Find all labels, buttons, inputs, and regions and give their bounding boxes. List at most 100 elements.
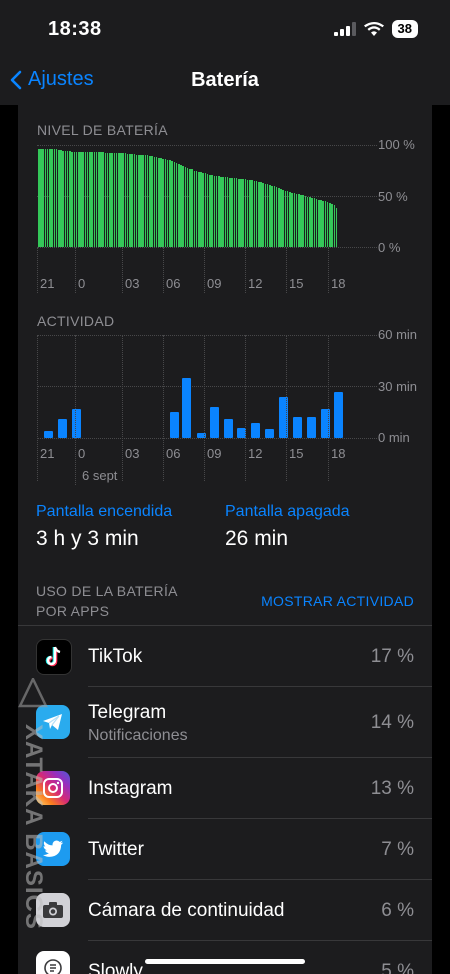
svg-text:XATAKA BASICS: XATAKA BASICS xyxy=(22,724,47,930)
battery-y-tick: 0 % xyxy=(378,240,401,255)
screen-off-label: Pantalla apagada xyxy=(225,503,350,520)
activity-grid-bottom xyxy=(37,438,377,439)
app-name: Twitter xyxy=(88,839,144,860)
battery-x-gridline xyxy=(328,247,329,293)
battery-y-tick: 100 % xyxy=(378,137,415,152)
app-percent: 6 % xyxy=(381,900,414,921)
activity-date-label: 6 sept xyxy=(82,468,118,483)
battery-bar xyxy=(335,208,338,247)
app-row-camara[interactable]: Cámara de continuidad 6 % xyxy=(18,880,432,940)
wifi-icon xyxy=(363,21,384,36)
usage-header-line2: POR APPS xyxy=(36,603,110,619)
activity-x-tick: 0 xyxy=(78,446,86,461)
app-row-instagram[interactable]: Instagram 13 % xyxy=(18,758,432,818)
app-subtitle: Notificaciones xyxy=(88,727,188,744)
activity-x-tick: 06 xyxy=(166,446,181,461)
screen-off-stat: Pantalla apagada 26 min xyxy=(225,503,350,551)
xataka-wordmark-icon: XATAKA BASICS xyxy=(22,724,47,930)
status-time: 18:38 xyxy=(48,18,102,40)
app-name: Instagram xyxy=(88,778,173,799)
app-percent: 14 % xyxy=(370,712,414,733)
watermark-logo: XATAKA BASICS xyxy=(18,678,52,950)
activity-label: ACTIVIDAD xyxy=(37,313,115,329)
battery-card: NIVEL DE BATERÍA 100 % 50 % 0 % 21 0 03 06 0… xyxy=(18,105,432,974)
usage-header: USO DE LA BATERÍA POR APPS xyxy=(36,581,178,621)
app-name: Cámara de continuidad xyxy=(88,900,285,921)
show-activity-button[interactable]: MOSTRAR ACTIVIDAD xyxy=(261,593,414,609)
battery-y-tick: 50 % xyxy=(378,189,408,204)
battery-grid-top xyxy=(37,145,377,146)
app-name: TikTok xyxy=(88,646,143,667)
xataka-logo-icon xyxy=(18,678,48,708)
screen-off-value: 26 min xyxy=(225,527,289,550)
activity-x-tick: 12 xyxy=(248,446,263,461)
app-name: Telegram xyxy=(88,702,167,723)
app-percent: 17 % xyxy=(370,646,414,667)
activity-x-gridline xyxy=(37,335,38,481)
battery-level-label: NIVEL DE BATERÍA xyxy=(37,122,168,138)
nav-bar: Ajustes Batería xyxy=(0,60,450,105)
battery-x-gridline xyxy=(245,247,246,293)
activity-bar xyxy=(72,408,81,438)
battery-x-tick: 12 xyxy=(248,276,263,291)
app-percent: 13 % xyxy=(370,778,414,799)
activity-bar xyxy=(44,431,53,438)
status-bar: 18:38 38 xyxy=(0,0,450,60)
battery-grid-bottom xyxy=(37,247,377,248)
activity-bar xyxy=(293,417,302,438)
activity-y-tick: 0 min xyxy=(378,430,410,445)
screen-on-value: 3 h y 3 min xyxy=(36,527,139,550)
battery-x-gridline xyxy=(122,247,123,293)
activity-bar xyxy=(224,419,233,438)
battery-x-gridline xyxy=(204,247,205,293)
battery-x-tick: 21 xyxy=(40,276,55,291)
activity-bar xyxy=(170,412,179,438)
app-percent: 5 % xyxy=(381,961,414,974)
app-name: Slowly xyxy=(88,961,143,974)
battery-x-tick: 06 xyxy=(166,276,181,291)
battery-x-tick: 0 xyxy=(78,276,86,291)
status-icons: 38 xyxy=(333,20,418,38)
activity-x-tick: 03 xyxy=(125,446,140,461)
activity-bar xyxy=(210,407,219,438)
activity-bar xyxy=(307,417,316,438)
battery-x-tick: 03 xyxy=(125,276,140,291)
battery-x-gridline xyxy=(163,247,164,293)
home-indicator[interactable] xyxy=(145,959,305,964)
battery-x-gridline xyxy=(37,247,38,293)
activity-y-tick: 30 min xyxy=(378,379,418,394)
activity-x-gridline xyxy=(245,335,246,481)
activity-bar xyxy=(334,391,343,438)
app-row-telegram[interactable]: Telegram Notificaciones 14 % xyxy=(18,687,432,757)
battery-indicator: 38 xyxy=(391,20,418,38)
activity-x-gridline xyxy=(122,335,123,481)
activity-x-tick: 18 xyxy=(331,446,346,461)
activity-x-tick: 15 xyxy=(289,446,304,461)
activity-grid-top xyxy=(37,335,377,336)
activity-x-gridline xyxy=(204,335,205,481)
app-row-twitter[interactable]: Twitter 7 % xyxy=(18,819,432,879)
battery-x-tick: 18 xyxy=(331,276,346,291)
screen-on-label: Pantalla encendida xyxy=(36,503,173,520)
activity-x-gridline xyxy=(163,335,164,481)
activity-grid-mid xyxy=(37,386,377,387)
battery-x-gridline xyxy=(286,247,287,293)
cellular-signal-icon xyxy=(333,22,356,36)
usage-header-line1: USO DE LA BATERÍA xyxy=(36,583,178,599)
screen-on-stat: Pantalla encendida 3 h y 3 min xyxy=(36,503,172,551)
app-row-slowly[interactable]: Slowly 5 % xyxy=(18,941,432,974)
activity-bar xyxy=(251,422,260,438)
battery-x-tick: 15 xyxy=(289,276,304,291)
activity-bar xyxy=(265,429,274,438)
activity-x-tick: 09 xyxy=(207,446,222,461)
activity-bar xyxy=(58,419,67,438)
activity-bar xyxy=(182,377,191,438)
activity-x-gridline xyxy=(328,335,329,481)
app-percent: 7 % xyxy=(381,839,414,860)
activity-y-tick: 60 min xyxy=(378,327,418,342)
tiktok-icon xyxy=(36,639,72,675)
battery-x-tick: 09 xyxy=(207,276,222,291)
page-title: Batería xyxy=(191,69,259,91)
app-row-tiktok[interactable]: TikTok 17 % xyxy=(18,626,432,686)
activity-x-gridline xyxy=(286,335,287,481)
